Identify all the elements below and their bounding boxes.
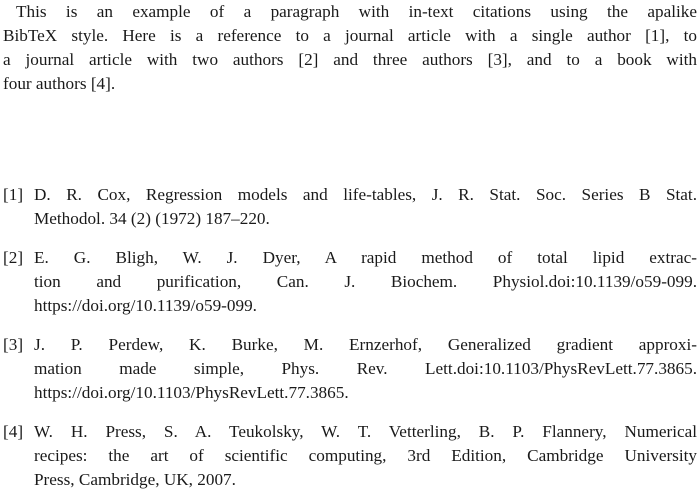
bibliography-entry-line: D. R. Cox, Regression models and life-ta… bbox=[34, 185, 697, 204]
bibliography-entry-text: J. P. Perdew, K. Burke, M. Ernzerhof, Ge… bbox=[34, 333, 697, 405]
bibliography-list: [1] D. R. Cox, Regression models and life… bbox=[3, 183, 697, 492]
intro-line: BibTeX style. Here is a reference to a j… bbox=[3, 26, 697, 45]
bibliography-entry-label: [3] bbox=[3, 335, 24, 354]
intro-paragraph: This is an example of a paragraph with i… bbox=[3, 0, 697, 96]
bibliography-entry-line: https://doi.org/10.1103/PhysRevLett.77.3… bbox=[34, 383, 349, 402]
bibliography-entry-line: https://doi.org/10.1139/o59-099. bbox=[34, 296, 257, 315]
bibliography-entry-line: W. H. Press, S. A. Teukolsky, W. T. Vett… bbox=[34, 422, 697, 441]
intro-line: a journal article with two authors [2] a… bbox=[3, 50, 697, 69]
intro-line: This is an example of a paragraph with i… bbox=[16, 2, 697, 21]
bibliography-entry-label: [4] bbox=[3, 422, 24, 441]
bibliography-entry-line: Press, Cambridge, UK, 2007. bbox=[34, 470, 236, 489]
bibliography-entry-text: D. R. Cox, Regression models and life-ta… bbox=[34, 183, 697, 231]
bibliography-entry-text: E. G. Bligh, W. J. Dyer, A rapid method … bbox=[34, 246, 697, 318]
bibliography-entry-line: J. P. Perdew, K. Burke, M. Ernzerhof, Ge… bbox=[34, 335, 697, 354]
bibliography-entry-line: E. G. Bligh, W. J. Dyer, A rapid method … bbox=[34, 248, 697, 267]
bibliography-entry-line: recipes: the art of scientific computing… bbox=[34, 446, 697, 465]
document-page: This is an example of a paragraph with i… bbox=[0, 0, 700, 501]
bibliography-entry: [4] W. H. Press, S. A. Teukolsky, W. T. V… bbox=[3, 420, 697, 492]
bibliography-entry-line: Methodol. 34 (2) (1972) 187–220. bbox=[34, 209, 270, 228]
bibliography-entry-text: W. H. Press, S. A. Teukolsky, W. T. Vett… bbox=[34, 420, 697, 492]
intro-line: four authors [4]. bbox=[3, 74, 116, 93]
bibliography-entry-label: [2] bbox=[3, 248, 24, 267]
bibliography-entry: [2] E. G. Bligh, W. J. Dyer, A rapid meth… bbox=[3, 246, 697, 318]
bibliography-entry-label: [1] bbox=[3, 185, 24, 204]
bibliography-entry: [1] D. R. Cox, Regression models and life… bbox=[3, 183, 697, 231]
bibliography-entry-line: tion and purification, Can. J. Biochem. … bbox=[34, 272, 697, 291]
bibliography-entry-line: mation made simple, Phys. Rev. Lett.doi:… bbox=[34, 359, 697, 378]
bibliography-entry: [3] J. P. Perdew, K. Burke, M. Ernzerhof,… bbox=[3, 333, 697, 405]
